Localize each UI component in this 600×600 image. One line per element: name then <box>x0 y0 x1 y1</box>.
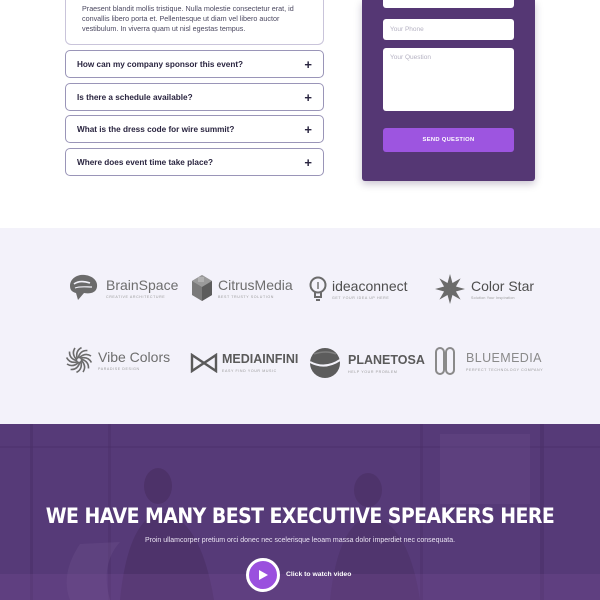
speakers-hero: WE HAVE MANY BEST EXECUTIVE SPEAKERS HER… <box>0 424 600 600</box>
logo-bluemedia[interactable]: BLUEMEDIA PERFECT TECHNOLOGY COMPANY <box>434 346 543 376</box>
logo-tagline: PERFECT TECHNOLOGY COMPANY <box>466 367 544 372</box>
faq-answer-text: Praesent blandit mollis tristique. Nulla… <box>82 4 294 33</box>
logo-tagline: Solution Your Inspiration <box>471 295 515 300</box>
logo-name: ideaconnect <box>332 277 408 294</box>
partner-logos: BrainSpace CREATIVE ARCHITECTURE CitrusM… <box>0 228 600 424</box>
email-field[interactable] <box>383 0 514 8</box>
send-question-button[interactable]: SEND QUESTION <box>383 128 514 152</box>
hero-subtitle: Proin ullamcorper pretium orci donec nec… <box>144 537 456 544</box>
play-icon <box>259 570 268 580</box>
play-video-button[interactable] <box>246 558 280 592</box>
logo-name: BrainSpace <box>106 276 179 293</box>
faq-section: Praesent blandit mollis tristique. Nulla… <box>0 0 600 228</box>
logo-name: MEDIAINFINI <box>222 352 299 366</box>
faq-question: Where does event time take place? <box>77 157 214 167</box>
faq-item[interactable]: How can my company sponsor this event? + <box>65 50 324 78</box>
logo-planetosa[interactable]: PLANETOSA HELP YOUR PROBLEM <box>308 346 425 380</box>
question-form: SEND QUESTION <box>362 0 535 181</box>
paperclip-icon <box>435 347 455 375</box>
logo-mediainfini[interactable]: MEDIAINFINI EASY FIND YOUR MUSIC <box>190 352 298 373</box>
logo-name: PLANETOSA <box>348 352 425 367</box>
faq-item[interactable]: What is the dress code for wire summit? … <box>65 115 324 143</box>
brain-icon <box>70 274 98 300</box>
faq-question: How can my company sponsor this event? <box>77 59 244 69</box>
plus-icon[interactable]: + <box>304 91 312 104</box>
logo-tagline: CREATIVE ARCHITECTURE <box>106 294 166 299</box>
planet-icon <box>309 348 341 378</box>
question-field[interactable] <box>383 48 514 111</box>
faq-question: Is there a schedule available? <box>77 92 193 102</box>
logo-name: Vibe Colors <box>98 348 171 365</box>
hero-title: WE HAVE MANY BEST EXECUTIVE SPEAKERS HER… <box>45 504 555 528</box>
star-icon <box>435 274 465 304</box>
lightbulb-icon <box>309 276 327 301</box>
logo-citrusmedia[interactable]: CitrusMedia BEST TRUSTY SOLUTION <box>190 273 293 303</box>
faq-open-answer: Praesent blandit mollis tristique. Nulla… <box>65 0 324 45</box>
logo-tagline: EASY FIND YOUR MUSIC <box>222 369 277 373</box>
logo-tagline: HELP YOUR PROBLEM <box>348 369 398 374</box>
logo-name: BLUEMEDIA <box>466 350 542 365</box>
logo-name: Color Star <box>471 277 535 294</box>
logo-tagline: GET YOUR IDEA UP HERE <box>332 295 390 300</box>
faq-item[interactable]: Is there a schedule available? + <box>65 83 324 111</box>
logo-tagline: BEST TRUSTY SOLUTION <box>218 294 274 299</box>
watch-video-link[interactable]: Click to watch video <box>286 571 351 578</box>
plus-icon[interactable]: + <box>304 123 312 136</box>
logo-ideaconnect[interactable]: ideaconnect GET YOUR IDEA UP HERE <box>308 275 408 303</box>
plus-icon[interactable]: + <box>304 156 312 169</box>
logo-colorstar[interactable]: Color Star Solution Your Inspiration <box>434 273 534 305</box>
logo-name: CitrusMedia <box>218 276 293 293</box>
plus-icon[interactable]: + <box>304 58 312 71</box>
logo-tagline: PARADISE DESIGN <box>98 366 140 371</box>
cube-icon <box>192 275 212 301</box>
faq-question: What is the dress code for wire summit? <box>77 124 235 134</box>
logo-brainspace[interactable]: BrainSpace CREATIVE ARCHITECTURE <box>64 272 178 304</box>
bowtie-icon <box>190 352 218 373</box>
logo-vibecolors[interactable]: Vibe Colors PARADISE DESIGN <box>64 345 170 375</box>
spiral-icon <box>65 346 93 374</box>
faq-item[interactable]: Where does event time take place? + <box>65 148 324 176</box>
phone-field[interactable] <box>383 19 514 40</box>
